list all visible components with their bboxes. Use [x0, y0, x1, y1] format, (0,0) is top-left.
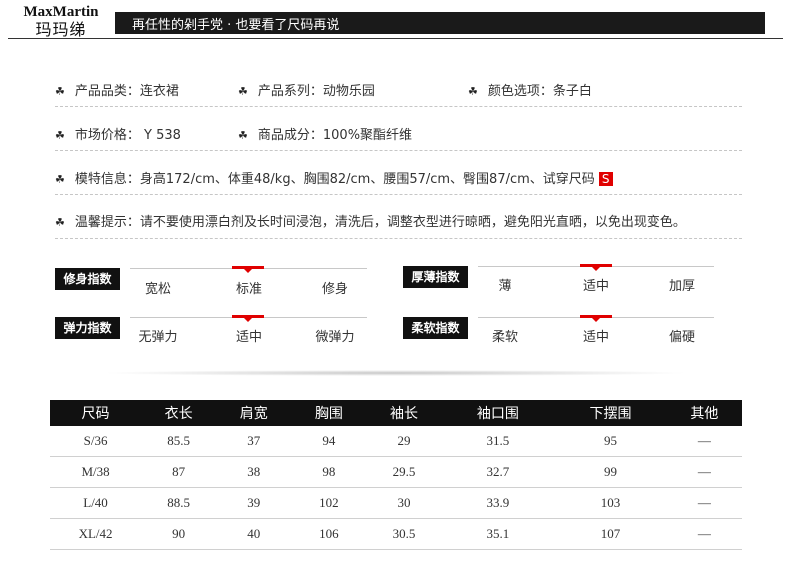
elasticity-index-label: 弹力指数 — [55, 317, 120, 339]
info-material: ☘ 商品成分：100%聚酯纤维 — [238, 128, 413, 143]
table-cell: 40 — [216, 518, 292, 550]
table-cell: 87 — [141, 456, 217, 488]
divider — [55, 194, 742, 195]
table-cell: 29 — [366, 426, 442, 457]
table-cell: 37 — [216, 426, 292, 457]
table-cell: 99 — [554, 456, 667, 488]
info-care: ☘ 温馨提示：请不要使用漂白剂及长时间浸泡，清洗后，调整衣型进行晾晒，避免阳光直晒… — [55, 215, 686, 230]
brand-name-en: MaxMartin — [23, 4, 99, 20]
table-cell: 30 — [366, 487, 442, 519]
table-row: S/36 85.5 37 94 29 31.5 95 — — [50, 426, 742, 457]
table-cell: 94 — [291, 426, 367, 457]
clover-icon: ☘ — [238, 129, 248, 142]
divider — [55, 150, 742, 151]
table-cell: — — [666, 518, 742, 550]
table-cell: XL/42 — [50, 518, 142, 550]
divider — [55, 238, 742, 239]
fit-option-standard: 标准 — [235, 282, 262, 297]
info-category: ☘ 产品品类：连衣裙 — [55, 84, 179, 99]
fit-option-loose: 宽松 — [144, 282, 171, 297]
header-bust: 胸围 — [291, 400, 367, 426]
table-cell: 31.5 — [441, 426, 555, 457]
header-sleeve: 袖长 — [366, 400, 442, 426]
size-table-header-row: 尺码 衣长 肩宽 胸围 袖长 袖口围 下摆围 其他 — [50, 400, 742, 426]
info-price: ☘ 市场价格： Y 538 — [55, 128, 181, 143]
clover-icon: ☘ — [55, 216, 65, 229]
table-cell: 38 — [216, 456, 292, 488]
table-cell: 107 — [554, 518, 667, 550]
model-size-badge: S — [598, 172, 613, 186]
table-cell: 32.7 — [441, 456, 555, 488]
header-banner: 再任性的剁手党 · 也要看了尺码再说 — [115, 12, 765, 34]
clover-icon: ☘ — [55, 85, 65, 98]
section-shadow-divider — [100, 370, 690, 376]
table-cell: — — [666, 487, 742, 519]
table-row: XL/42 90 40 106 30.5 35.1 107 — — [50, 518, 742, 550]
elasticity-option-slight: 微弹力 — [315, 330, 355, 345]
table-cell: — — [666, 456, 742, 488]
thickness-option-medium: 适中 — [582, 279, 609, 294]
table-cell: 90 — [141, 518, 217, 550]
table-cell: 106 — [291, 518, 367, 550]
header-shoulder: 肩宽 — [216, 400, 292, 426]
fit-index-marker — [232, 266, 264, 273]
header-other: 其他 — [666, 400, 742, 426]
table-cell: 102 — [291, 487, 367, 519]
softness-option-medium: 适中 — [582, 330, 609, 345]
table-cell: 88.5 — [141, 487, 217, 519]
fit-option-slim: 修身 — [321, 282, 348, 297]
divider — [55, 106, 742, 107]
table-cell: 35.1 — [441, 518, 555, 550]
elasticity-option-none: 无弹力 — [138, 330, 178, 345]
header-slogan: 再任性的剁手党 · 也要看了尺码再说 — [132, 18, 340, 33]
brand-name-cn: 玛玛绨 — [35, 20, 87, 39]
table-cell: S/36 — [50, 426, 142, 457]
info-model: ☘ 模特信息：身高172/cm、体重48/kg、胸围82/cm、腰围57/cm、臀… — [55, 168, 613, 187]
table-cell: 98 — [291, 456, 367, 488]
table-cell: L/40 — [50, 487, 142, 519]
table-cell: 29.5 — [366, 456, 442, 488]
elasticity-option-medium: 适中 — [235, 330, 262, 345]
header-size: 尺码 — [50, 400, 142, 426]
table-row: M/38 87 38 98 29.5 32.7 99 — — [50, 456, 742, 488]
thickness-index-marker — [580, 264, 612, 271]
size-table: 尺码 衣长 肩宽 胸围 袖长 袖口围 下摆围 其他 S/36 85.5 37 9… — [50, 400, 742, 550]
clover-icon: ☘ — [55, 129, 65, 142]
header-rule — [8, 38, 783, 39]
clover-icon: ☘ — [55, 173, 65, 186]
softness-option-hard: 偏硬 — [668, 330, 695, 345]
info-series: ☘ 产品系列：动物乐园 — [238, 84, 375, 99]
table-cell: 33.9 — [441, 487, 555, 519]
table-cell: — — [666, 426, 742, 457]
thickness-option-thin: 薄 — [498, 279, 512, 294]
softness-option-soft: 柔软 — [491, 330, 518, 345]
clover-icon: ☘ — [468, 85, 478, 98]
clover-icon: ☘ — [238, 85, 248, 98]
header-hem: 下摆围 — [554, 400, 667, 426]
fit-index-label: 修身指数 — [55, 268, 120, 290]
thickness-option-thick: 加厚 — [668, 279, 695, 294]
table-row: L/40 88.5 39 102 30 33.9 103 — — [50, 487, 742, 519]
header-cuff: 袖口围 — [441, 400, 555, 426]
table-cell: 39 — [216, 487, 292, 519]
softness-index-marker — [580, 315, 612, 322]
table-cell: 103 — [554, 487, 667, 519]
table-cell: 95 — [554, 426, 667, 457]
elasticity-index-marker — [232, 315, 264, 322]
table-cell: 85.5 — [141, 426, 217, 457]
table-cell: M/38 — [50, 456, 142, 488]
softness-index-label: 柔软指数 — [403, 317, 468, 339]
table-cell: 30.5 — [366, 518, 442, 550]
thickness-index-label: 厚薄指数 — [403, 266, 468, 288]
info-color: ☘ 颜色选项：条子白 — [468, 84, 592, 99]
header-length: 衣长 — [141, 400, 217, 426]
